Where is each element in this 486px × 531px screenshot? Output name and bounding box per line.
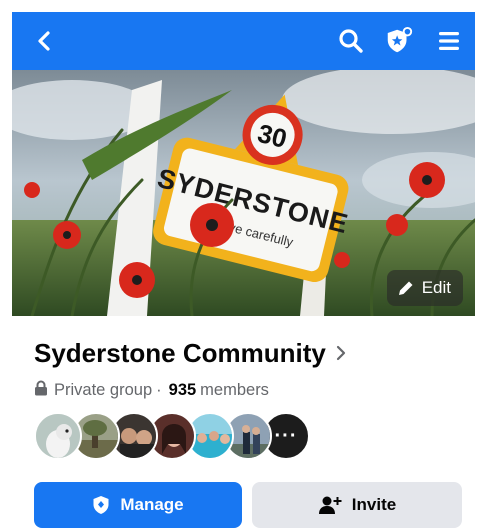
avatar[interactable] [34,412,82,460]
member-count[interactable]: 935 [169,381,197,400]
shield-icon [93,496,109,514]
meta-separator: · [156,381,162,399]
manage-button[interactable]: Manage [34,482,242,528]
app-frame: 30 SYDERSTONE se drive carefully Edit Sy… [12,12,475,531]
pencil-icon [398,281,413,295]
chevron-right-icon [336,341,346,367]
shield-star-icon[interactable] [384,26,414,56]
group-name: Syderstone Community [34,338,326,368]
invite-button[interactable]: Invite [252,482,462,528]
member-label[interactable]: members [200,381,269,400]
group-meta: Private group · 935 members [34,380,269,401]
manage-label: Manage [120,495,184,514]
group-info: Syderstone Community Private group · 935… [12,316,475,531]
top-bar [12,12,475,70]
add-person-icon [318,496,342,514]
menu-icon[interactable] [434,26,464,56]
cover-photo[interactable]: 30 SYDERSTONE se drive carefully Edit [12,70,475,316]
invite-label: Invite [351,495,397,514]
group-title[interactable]: Syderstone Community [34,338,346,369]
search-icon[interactable] [336,26,366,56]
lock-icon [34,380,48,401]
edit-cover-button[interactable]: Edit [386,270,463,306]
back-arrow-icon[interactable] [30,26,60,56]
privacy-label: Private group [54,381,153,399]
edit-cover-label: Edit [421,278,451,297]
